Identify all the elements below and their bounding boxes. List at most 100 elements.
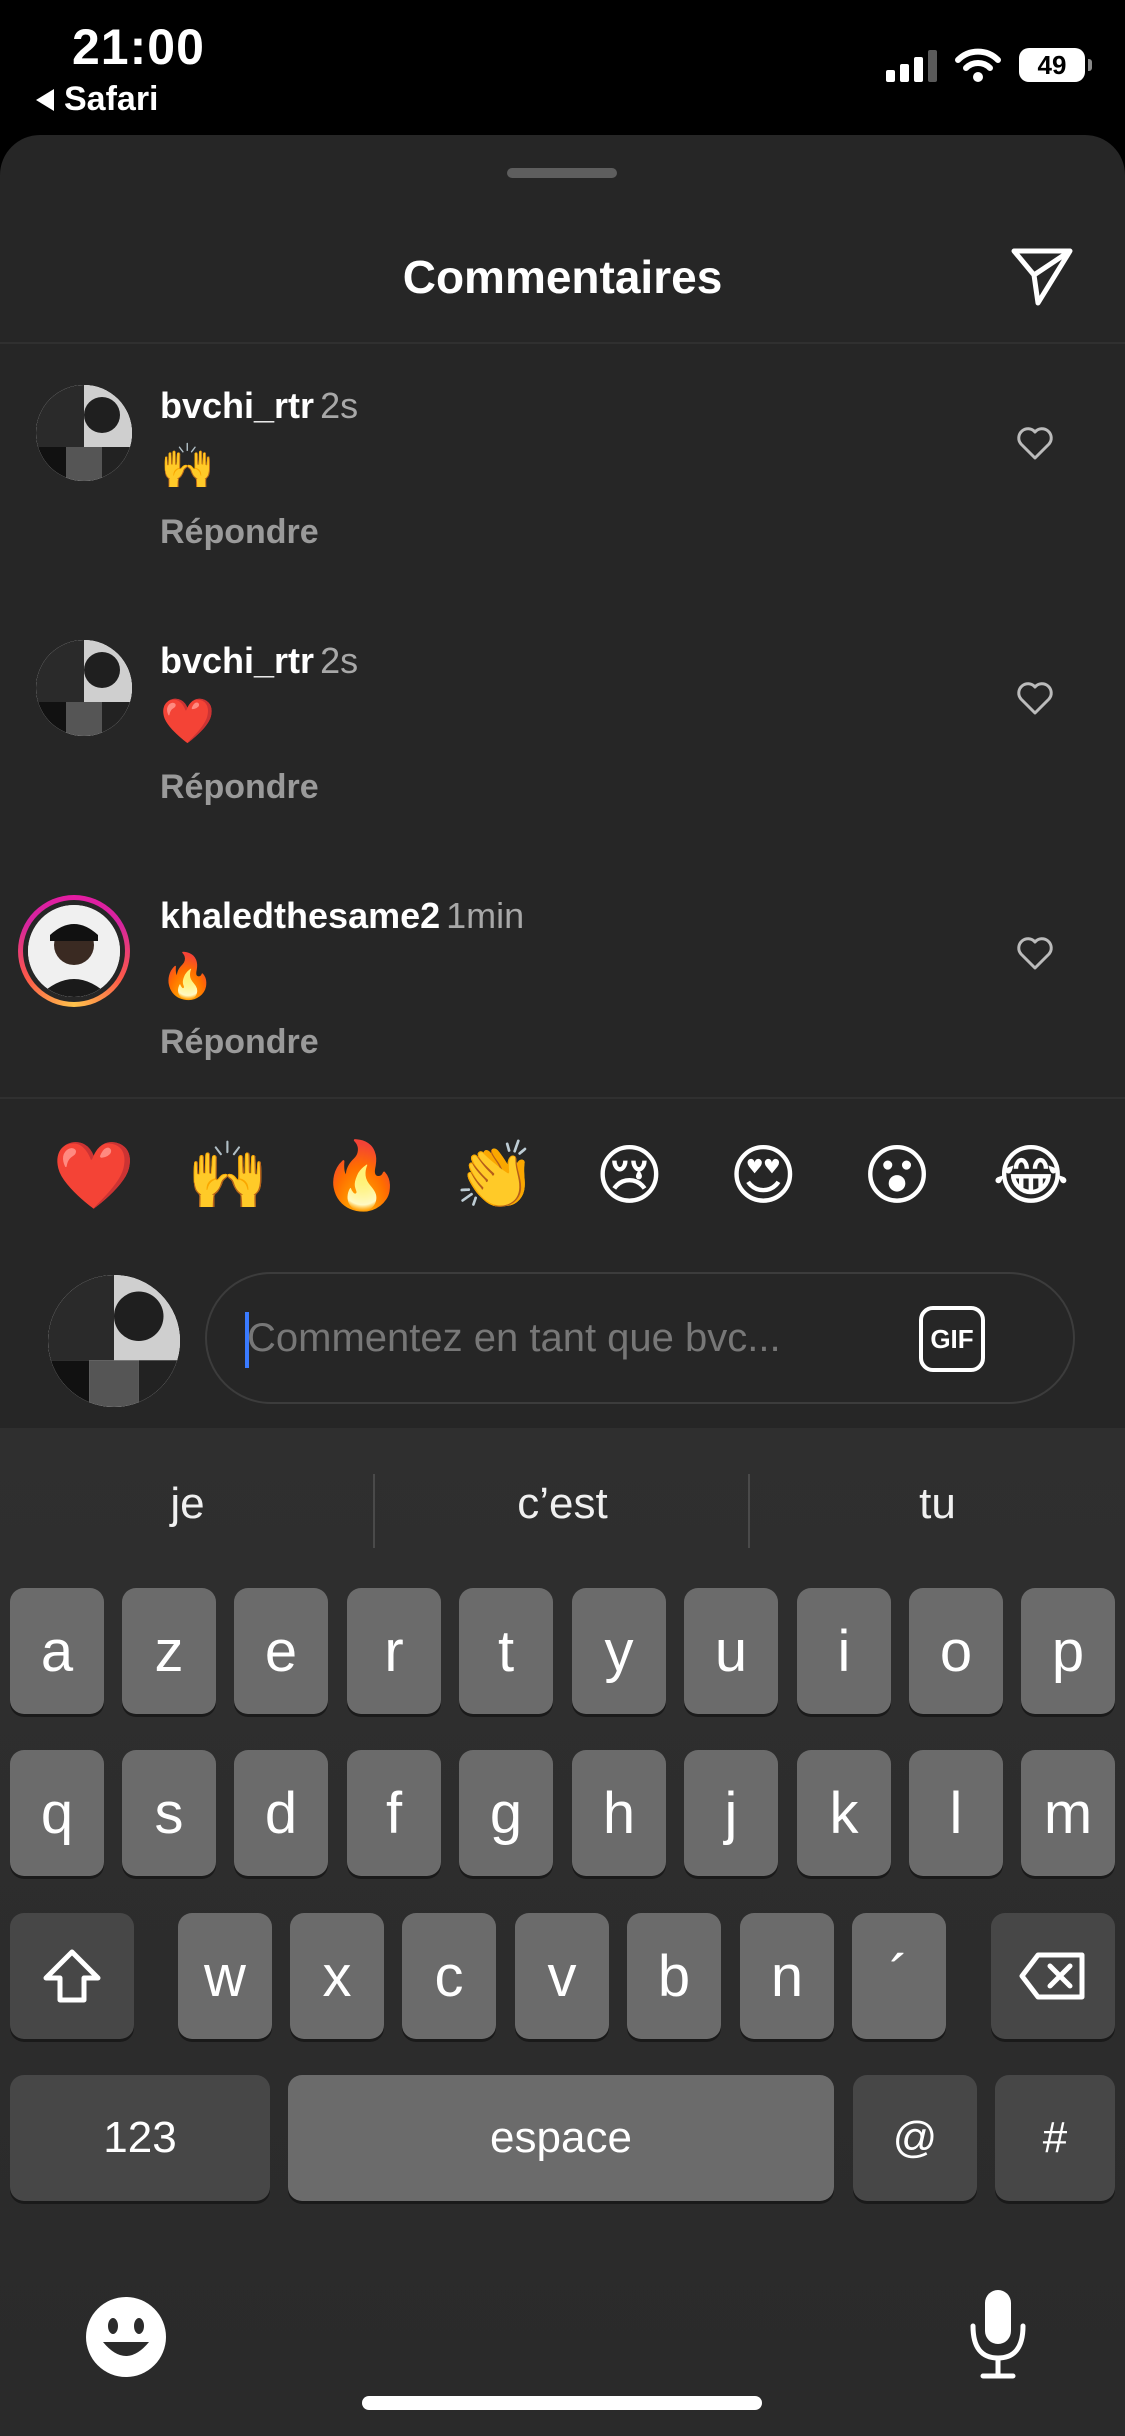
shift-key[interactable] [10, 1913, 134, 2039]
key-m[interactable]: m [1021, 1750, 1115, 1876]
avatar[interactable] [36, 640, 132, 736]
key-t[interactable]: t [459, 1588, 553, 1714]
key-acute-accent[interactable]: ´ [852, 1913, 946, 2039]
comment-timestamp: 2s [320, 640, 359, 681]
quick-emoji-bar: ❤️ 🙌 🔥 👏 😢 😍 😮 😂 [0, 1135, 1125, 1215]
comment-text: 🔥 [160, 952, 215, 1001]
key-p[interactable]: p [1021, 1588, 1115, 1714]
key-r[interactable]: r [347, 1588, 441, 1714]
key-l[interactable]: l [909, 1750, 1003, 1876]
numbers-key[interactable]: 123 [10, 2075, 270, 2201]
gif-button[interactable]: GIF [919, 1306, 985, 1372]
comment-item: bvchi_rtr 2s ❤️ Répondre [0, 640, 1125, 840]
key-c[interactable]: c [402, 1913, 496, 2039]
delete-key[interactable] [991, 1913, 1115, 2039]
key-o[interactable]: o [909, 1588, 1003, 1714]
reply-button[interactable]: Répondre [160, 768, 319, 807]
suggestion-divider [373, 1474, 375, 1548]
key-s[interactable]: s [122, 1750, 216, 1876]
story-ring-avatar[interactable] [18, 895, 130, 1007]
cellular-signal-icon [886, 48, 937, 82]
wifi-icon [955, 48, 1001, 82]
comment-username[interactable]: bvchi_rtr 2s [160, 385, 358, 427]
comment-text: ❤️ [160, 697, 215, 746]
suggestion-2[interactable]: c’est [375, 1464, 750, 1544]
status-time: 21:00 [72, 19, 205, 75]
username-text: bvchi_rtr [160, 640, 315, 681]
at-key[interactable]: @ [853, 2075, 977, 2201]
key-x[interactable]: x [290, 1913, 384, 2039]
paper-plane-icon[interactable] [1004, 237, 1080, 313]
comments-sheet: Commentaires bvchi_rtr 2s 🙌 Répondre bvc… [0, 135, 1125, 1428]
back-triangle-icon [36, 88, 54, 111]
current-user-avatar [48, 1275, 180, 1407]
key-j[interactable]: j [684, 1750, 778, 1876]
key-z[interactable]: z [122, 1588, 216, 1714]
key-b[interactable]: b [627, 1913, 721, 2039]
key-g[interactable]: g [459, 1750, 553, 1876]
key-i[interactable]: i [797, 1588, 891, 1714]
emoji-divider [0, 1097, 1125, 1099]
microphone-icon[interactable] [965, 2286, 1031, 2382]
avatar[interactable] [36, 385, 132, 481]
space-key[interactable]: espace [288, 2075, 834, 2201]
key-a[interactable]: a [10, 1588, 104, 1714]
quick-emoji-laughing[interactable]: 😂 [981, 1135, 1081, 1215]
predictive-bar: je c’est tu [0, 1464, 1125, 1548]
username-text: khaledthesame2 [160, 895, 441, 936]
key-q[interactable]: q [10, 1750, 104, 1876]
username-text: bvchi_rtr [160, 385, 315, 426]
key-k[interactable]: k [797, 1750, 891, 1876]
suggestion-divider [748, 1474, 750, 1548]
status-bar: 21:00 Safari 49 [0, 0, 1125, 135]
quick-emoji-raised-hands[interactable]: 🙌 [178, 1135, 278, 1215]
heart-outline-icon[interactable] [1015, 933, 1055, 973]
comment-item: khaledthesame2 1min 🔥 Répondre [0, 895, 1125, 1095]
heart-outline-icon[interactable] [1015, 678, 1055, 718]
battery-level: 49 [1037, 49, 1067, 80]
keyboard-bottom-bar [0, 2258, 1125, 2408]
back-to-app-button[interactable]: Safari [36, 80, 159, 119]
comment-timestamp: 1min [446, 895, 525, 936]
key-d[interactable]: d [234, 1750, 328, 1876]
status-indicators: 49 [886, 48, 1092, 82]
home-indicator[interactable] [362, 2396, 762, 2410]
suggestion-3[interactable]: tu [750, 1464, 1125, 1544]
shift-icon [43, 1949, 101, 2003]
hash-key[interactable]: # [995, 2075, 1115, 2201]
back-app-label: Safari [64, 80, 159, 118]
comment-username[interactable]: bvchi_rtr 2s [160, 640, 358, 682]
quick-emoji-crying[interactable]: 😢 [579, 1135, 679, 1215]
battery-icon: 49 [1019, 48, 1092, 82]
avatar [28, 905, 120, 997]
sheet-grabber[interactable] [507, 168, 617, 178]
keyboard: je c’est tu a z e r t y u i o p q s d f … [0, 1428, 1125, 2436]
key-v[interactable]: v [515, 1913, 609, 2039]
key-e[interactable]: e [234, 1588, 328, 1714]
suggestion-1[interactable]: je [0, 1464, 375, 1544]
sheet-title: Commentaires [402, 251, 723, 303]
quick-emoji-fire[interactable]: 🔥 [312, 1135, 412, 1215]
key-y[interactable]: y [572, 1588, 666, 1714]
key-n[interactable]: n [740, 1913, 834, 2039]
header-divider [0, 342, 1125, 344]
key-w[interactable]: w [178, 1913, 272, 2039]
reply-button[interactable]: Répondre [160, 513, 319, 552]
comment-timestamp: 2s [320, 385, 359, 426]
comment-username[interactable]: khaledthesame2 1min [160, 895, 524, 937]
comment-text: 🙌 [160, 442, 215, 491]
emoji-icon[interactable] [83, 2294, 169, 2380]
heart-outline-icon[interactable] [1015, 423, 1055, 463]
comment-input-placeholder: Commentez en tant que bvc... [247, 1316, 781, 1360]
comment-input[interactable]: Commentez en tant que bvc... GIF [205, 1272, 1075, 1404]
quick-emoji-heart-eyes[interactable]: 😍 [713, 1135, 813, 1215]
backspace-icon [1019, 1952, 1085, 2000]
quick-emoji-heart[interactable]: ❤️ [44, 1135, 144, 1215]
reply-button[interactable]: Répondre [160, 1023, 319, 1062]
comment-item: bvchi_rtr 2s 🙌 Répondre [0, 385, 1125, 585]
key-u[interactable]: u [684, 1588, 778, 1714]
quick-emoji-clap[interactable]: 👏 [446, 1135, 546, 1215]
key-h[interactable]: h [572, 1750, 666, 1876]
key-f[interactable]: f [347, 1750, 441, 1876]
quick-emoji-surprised[interactable]: 😮 [847, 1135, 947, 1215]
